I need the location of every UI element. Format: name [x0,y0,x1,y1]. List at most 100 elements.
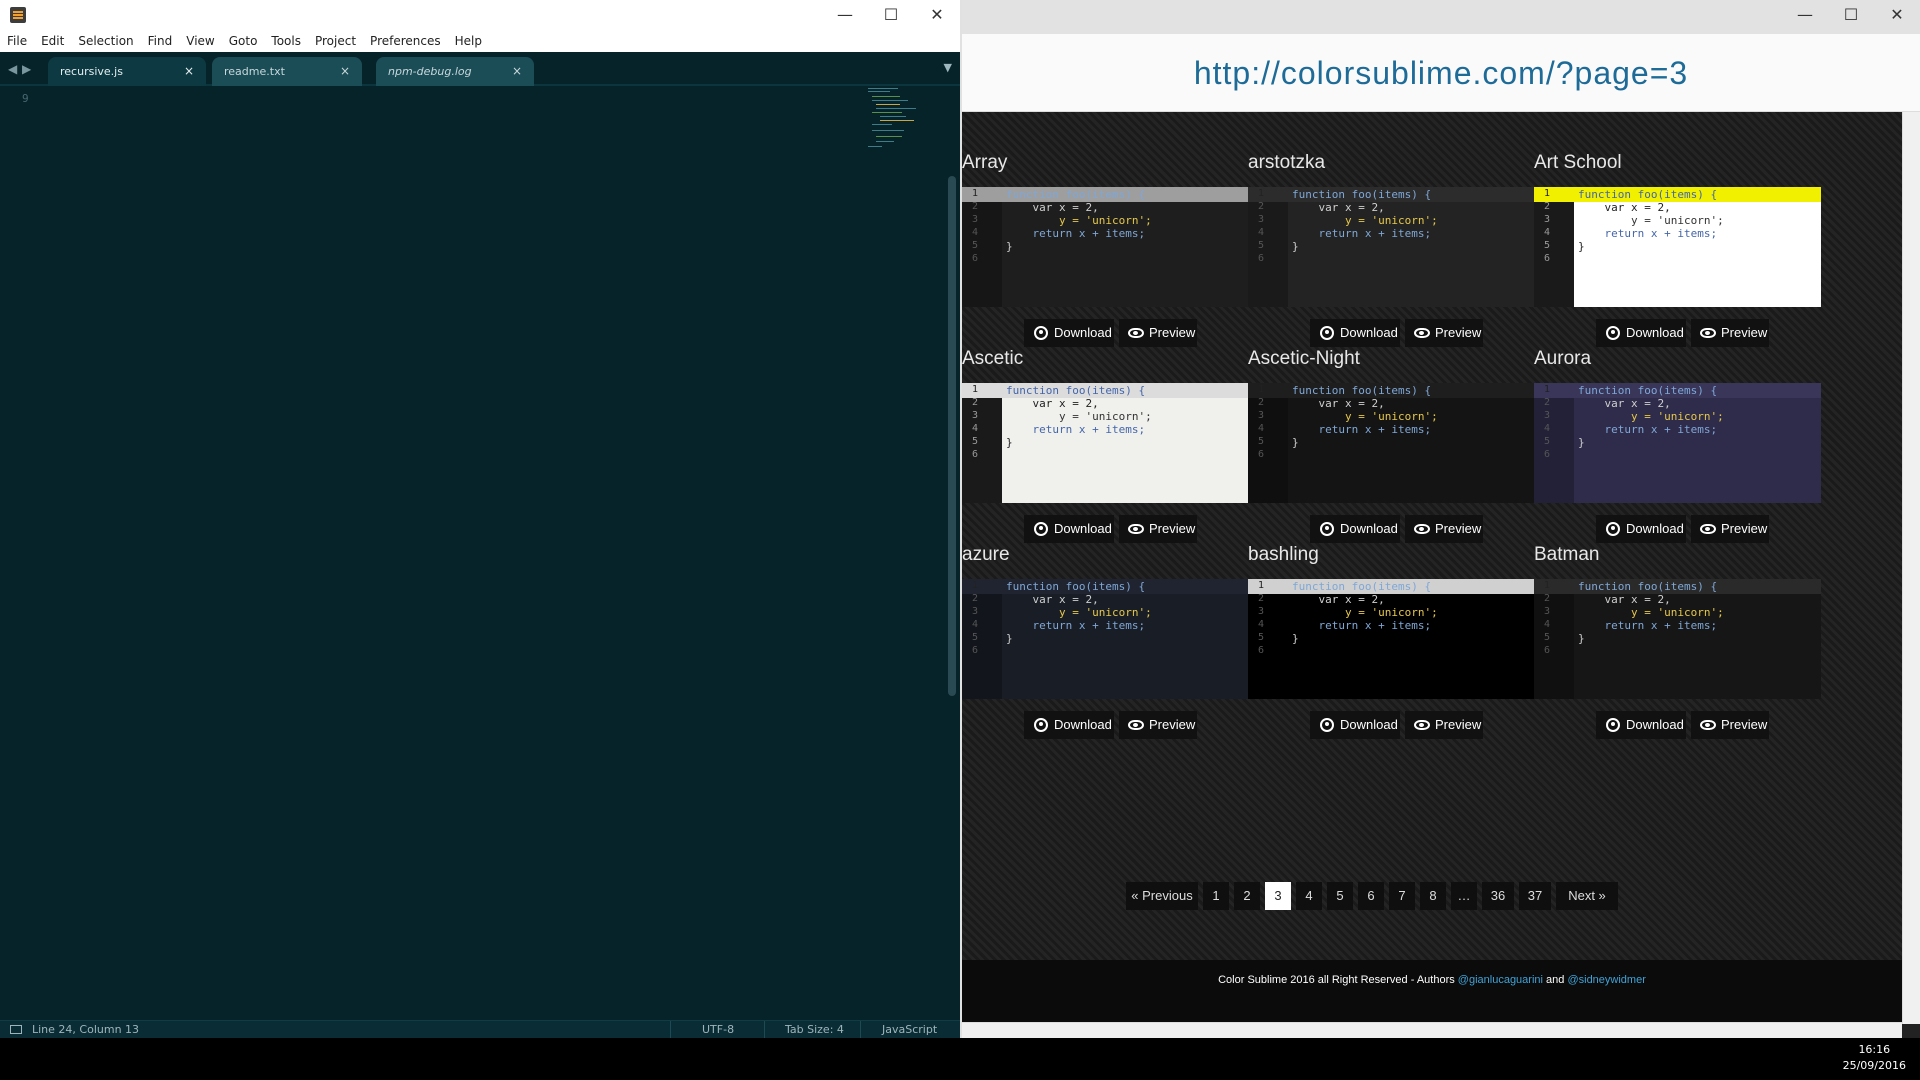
tab-back-icon[interactable]: ◀ [8,62,17,76]
code-line-number: 6 [972,449,979,460]
browser-window: — ☐ ✕ http://colorsublime.com/?page=3 Ar… [962,0,1920,1038]
theme-name[interactable]: Array [962,152,1007,174]
system-clock[interactable]: 16:16 25/09/2016 [1843,1042,1906,1074]
page-link[interactable]: 36 [1482,882,1514,910]
status-syntax[interactable]: JavaScript [882,1023,937,1036]
download-button[interactable]: Download [1024,711,1114,739]
tab-recursive-js[interactable]: recursive.js × [48,57,206,86]
theme-name[interactable]: Ascetic [962,348,1023,370]
code-line-number: 1 [1258,188,1265,199]
page-link[interactable]: 2 [1234,882,1260,910]
menu-preferences[interactable]: Preferences [363,30,448,52]
code-line: var x = 2, [1006,397,1099,410]
theme-code-preview: 1 function foo(items) {2 var x = 2, 3 y = … [962,383,1249,503]
tab-close-icon[interactable]: × [340,57,350,86]
code-line-number: 1 [1258,384,1265,395]
code-line: } [1578,240,1585,253]
page-link[interactable]: 4 [1296,882,1322,910]
menu-find[interactable]: Find [141,30,180,52]
menu-tools[interactable]: Tools [264,30,308,52]
menubar: File Edit Selection Find View Goto Tools Projec… [0,30,960,52]
page-link[interactable]: 1 [1203,882,1229,910]
code-line-number: 2 [972,593,979,604]
page-link[interactable]: 5 [1327,882,1353,910]
menu-selection[interactable]: Selection [71,30,140,52]
code-line: } [1006,436,1013,449]
preview-button[interactable]: Preview [1119,711,1197,739]
editor-area[interactable]: 9 [0,86,960,1020]
theme-name[interactable]: Batman [1534,544,1599,566]
status-encoding[interactable]: UTF-8 [702,1023,734,1036]
menu-help[interactable]: Help [448,30,489,52]
code-line-number: 4 [972,227,979,238]
download-button[interactable]: Download [1596,711,1686,739]
code-line-number: 5 [1544,240,1551,251]
download-icon [1320,718,1334,732]
theme-name[interactable]: bashling [1248,544,1319,566]
close-icon[interactable]: ✕ [914,0,960,30]
tab-forward-icon[interactable]: ▶ [22,62,31,76]
menu-view[interactable]: View [179,30,221,52]
status-tab-size[interactable]: Tab Size: 4 [785,1023,844,1036]
panel-toggle-icon[interactable] [10,1025,22,1034]
code-line-number: 6 [1258,253,1265,264]
page-link[interactable]: 3 [1265,882,1291,910]
menu-edit[interactable]: Edit [34,30,71,52]
tab-close-icon[interactable]: × [184,57,194,86]
minimize-icon[interactable]: — [822,0,868,30]
editor-scrollbar[interactable] [948,176,956,696]
horizontal-scrollbar[interactable] [962,1022,1902,1038]
code-line-number: 4 [972,619,979,630]
theme-card: Batman 1 function foo(items) {2 var x = 2,… [1534,504,1834,739]
code-line: var x = 2, [1292,397,1385,410]
tab-dropdown-icon[interactable]: ▼ [944,61,952,74]
tab-readme-txt[interactable]: readme.txt × [212,57,362,86]
status-cursor-position: Line 24, Column 13 [32,1023,140,1036]
theme-name[interactable]: Ascetic-Night [1248,348,1360,370]
code-line: function foo(items) { [1006,384,1146,397]
code-line-number: 1 [972,188,979,199]
code-line-number: 3 [972,410,979,421]
page-link[interactable]: « Previous [1126,882,1198,910]
page-link[interactable]: 7 [1389,882,1415,910]
code-line-number: 3 [1258,214,1265,225]
tab-close-icon[interactable]: × [512,57,522,86]
download-button[interactable]: Download [1310,711,1400,739]
code-line-number: 5 [972,436,979,447]
page-link[interactable]: Next » [1556,882,1618,910]
code-line-number: 2 [1544,593,1551,604]
theme-name[interactable]: Art School [1534,152,1622,174]
page-link[interactable]: 8 [1420,882,1446,910]
minimap[interactable] [868,86,948,186]
author-link-1[interactable]: @gianlucaguarini [1458,974,1543,986]
theme-name[interactable]: azure [962,544,1010,566]
maximize-icon[interactable]: ☐ [1828,0,1874,30]
vertical-scrollbar[interactable] [1902,112,1920,1024]
menu-goto[interactable]: Goto [222,30,265,52]
maximize-icon[interactable]: ☐ [868,0,914,30]
tab-npm-debug-log[interactable]: npm-debug.log × [376,57,534,86]
page-url-banner[interactable]: http://colorsublime.com/?page=3 [962,34,1920,112]
author-link-2[interactable]: @sidneywidmer [1567,974,1645,986]
footer-text: Color Sublime 2016 all Right Reserved - … [1218,974,1455,986]
code-line-number: 4 [1544,619,1551,630]
sublime-text-window: — ☐ ✕ File Edit Selection Find View Goto Tools… [0,0,960,1038]
page-link[interactable]: 37 [1519,882,1551,910]
theme-name[interactable]: arstotzka [1248,152,1325,174]
eye-icon [1128,720,1144,730]
theme-name[interactable]: Aurora [1534,348,1591,370]
theme-code-preview: 1 function foo(items) {2 var x = 2, 3 y = … [962,187,1249,307]
eye-icon [1700,720,1716,730]
menu-project[interactable]: Project [308,30,363,52]
code-line-number: 3 [972,606,979,617]
close-icon[interactable]: ✕ [1874,0,1920,30]
tab-bar: ◀ ▶ recursive.js × readme.txt × npm-debu… [0,52,960,86]
code-line: y = 'unicorn'; [1578,606,1724,619]
code-line-number: 5 [1258,436,1265,447]
preview-button[interactable]: Preview [1405,711,1483,739]
preview-button[interactable]: Preview [1691,711,1769,739]
minimize-icon[interactable]: — [1782,0,1828,30]
menu-file[interactable]: File [0,30,34,52]
theme-code-preview: 1 function foo(items) {2 var x = 2, 3 y = … [1534,383,1821,503]
page-link[interactable]: 6 [1358,882,1384,910]
